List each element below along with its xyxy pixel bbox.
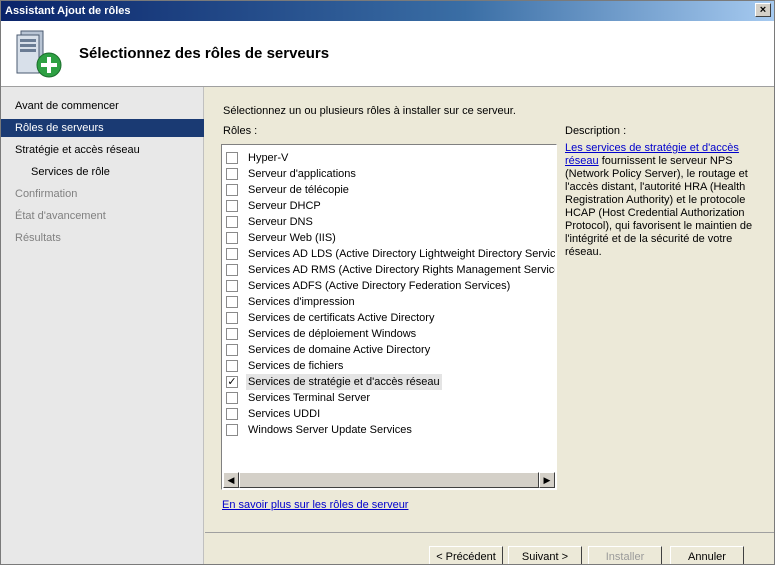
role-item[interactable]: Services de déploiement Windows — [226, 326, 555, 342]
checkbox[interactable] — [226, 200, 238, 212]
checkbox[interactable] — [226, 328, 238, 340]
role-item[interactable]: Services AD LDS (Active Directory Lightw… — [226, 246, 555, 262]
checkbox[interactable] — [226, 152, 238, 164]
checkbox[interactable] — [226, 408, 238, 420]
checkbox[interactable] — [226, 344, 238, 356]
window-title: Assistant Ajout de rôles — [5, 5, 131, 17]
role-label: Windows Server Update Services — [248, 424, 412, 436]
checkbox[interactable] — [226, 168, 238, 180]
previous-button[interactable]: < Précédent — [429, 546, 503, 564]
checkbox[interactable] — [226, 312, 238, 324]
role-label: Services UDDI — [248, 408, 321, 420]
install-button: Installer — [588, 546, 662, 564]
wizard-footer: < Précédent Suivant > Installer Annuler — [205, 532, 774, 564]
nav-item-role-services[interactable]: Services de rôle — [1, 163, 204, 181]
instruction-text: Sélectionnez un ou plusieurs rôles à ins… — [223, 105, 516, 117]
role-item[interactable]: Serveur DNS — [226, 214, 555, 230]
server-roles-add-icon — [16, 30, 62, 78]
role-item[interactable]: Hyper-V — [226, 150, 555, 166]
role-item[interactable]: Services Terminal Server — [226, 390, 555, 406]
role-item[interactable]: Services AD RMS (Active Directory Rights… — [226, 262, 555, 278]
role-label: Services AD RMS (Active Directory Rights… — [248, 264, 555, 276]
role-item[interactable]: Services de fichiers — [226, 358, 555, 374]
checkbox[interactable] — [226, 216, 238, 228]
checkbox[interactable] — [226, 424, 238, 436]
role-label: Hyper-V — [248, 152, 289, 164]
page-title: Sélectionnez des rôles de serveurs — [79, 45, 330, 62]
learn-more-link[interactable]: En savoir plus sur les rôles de serveur — [222, 499, 408, 511]
main-content: Sélectionnez un ou plusieurs rôles à ins… — [205, 87, 774, 532]
wizard-window: Assistant Ajout de rôles × Sélectionnez … — [0, 0, 775, 565]
checkbox[interactable] — [226, 248, 238, 260]
role-item[interactable]: Windows Server Update Services — [226, 422, 555, 438]
scroll-thumb[interactable] — [239, 472, 539, 488]
checkbox-checked[interactable]: ✓ — [226, 376, 238, 388]
role-label: Services d'impression — [248, 296, 355, 308]
role-item[interactable]: Services de domaine Active Directory — [226, 342, 555, 358]
role-label: Services de domaine Active Directory — [248, 344, 431, 356]
scroll-right-icon[interactable]: ▶ — [539, 472, 555, 488]
cancel-button[interactable]: Annuler — [670, 546, 744, 564]
nav-item-results: Résultats — [15, 232, 61, 244]
role-item[interactable]: Serveur d'applications — [226, 166, 555, 182]
nav-item-progress: État d'avancement — [15, 210, 106, 222]
close-button[interactable]: × — [755, 3, 771, 17]
nav-item-confirmation: Confirmation — [15, 188, 78, 200]
role-item[interactable]: Serveur Web (IIS) — [226, 230, 555, 246]
role-label: Serveur Web (IIS) — [248, 232, 336, 244]
role-item[interactable]: Services ADFS (Active Directory Federati… — [226, 278, 555, 294]
next-button[interactable]: Suivant > — [508, 546, 582, 564]
wizard-header: Sélectionnez des rôles de serveurs — [1, 21, 774, 87]
role-label: Services Terminal Server — [248, 392, 371, 404]
role-label: Serveur DNS — [248, 216, 313, 228]
checkbox[interactable] — [226, 392, 238, 404]
roles-listbox[interactable]: Hyper-V Serveur d'applications Serveur de … — [221, 144, 557, 490]
nav-item-before-you-begin[interactable]: Avant de commencer — [1, 97, 204, 115]
checkbox[interactable] — [226, 232, 238, 244]
checkbox[interactable] — [226, 184, 238, 196]
role-label: Services de déploiement Windows — [248, 328, 417, 340]
role-item[interactable]: Serveur DHCP — [226, 198, 555, 214]
checkbox[interactable] — [226, 296, 238, 308]
role-item[interactable]: Serveur de télécopie — [226, 182, 555, 198]
roles-label: Rôles : — [223, 125, 258, 137]
checkbox[interactable] — [226, 280, 238, 292]
title-bar: Assistant Ajout de rôles × — [1, 1, 774, 21]
role-label: Services AD LDS (Active Directory Lightw… — [248, 248, 555, 260]
checkbox[interactable] — [226, 360, 238, 372]
role-label: Services ADFS (Active Directory Federati… — [248, 280, 511, 292]
description-body: fournissent le serveur NPS (Network Poli… — [565, 155, 753, 258]
description-label: Description : — [565, 125, 627, 137]
role-item[interactable]: Services d'impression — [226, 294, 555, 310]
checkbox[interactable] — [226, 264, 238, 276]
description-text: Les services de stratégie et d'accès rés… — [565, 142, 761, 259]
role-label: Services de stratégie et d'accès réseau — [246, 374, 442, 390]
role-label: Serveur d'applications — [248, 168, 356, 180]
roles-list: Hyper-V Serveur d'applications Serveur de … — [223, 146, 555, 471]
wizard-steps-nav: Avant de commencer Rôles de serveurs Str… — [1, 87, 204, 564]
role-item[interactable]: Services de certificats Active Directory — [226, 310, 555, 326]
role-label: Serveur de télécopie — [248, 184, 349, 196]
role-item[interactable]: ✓ Services de stratégie et d'accès réseau — [226, 374, 555, 390]
nav-item-server-roles[interactable]: Rôles de serveurs — [1, 119, 204, 137]
scroll-left-icon[interactable]: ◀ — [223, 472, 239, 488]
role-label: Services de fichiers — [248, 360, 344, 372]
nav-item-network-policy[interactable]: Stratégie et accès réseau — [1, 141, 204, 159]
role-label: Serveur DHCP — [248, 200, 321, 212]
horizontal-scrollbar[interactable]: ◀ ▶ — [223, 472, 555, 488]
role-item[interactable]: Services UDDI — [226, 406, 555, 422]
role-label: Services de certificats Active Directory — [248, 312, 435, 324]
